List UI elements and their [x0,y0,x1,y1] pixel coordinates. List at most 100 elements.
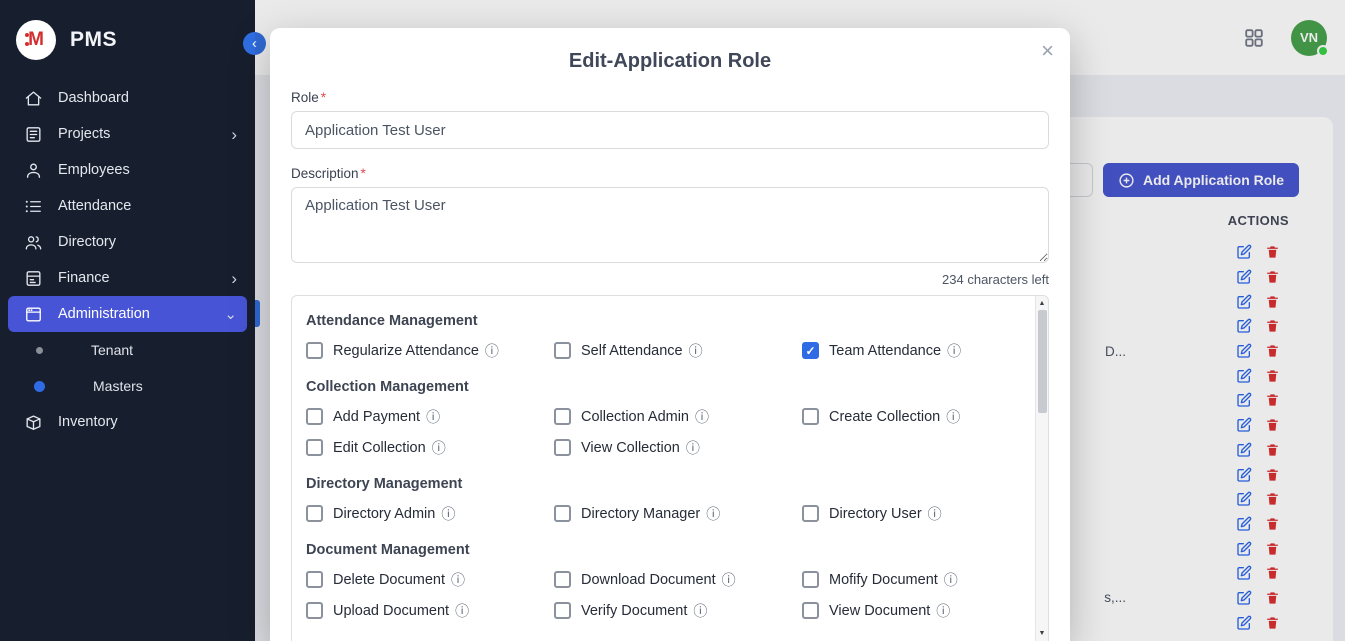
info-icon[interactable]: ⓘ [432,441,446,455]
checkbox-icon[interactable] [554,439,571,456]
permissions-scrollbar[interactable]: ▲ ▼ [1035,296,1048,641]
permission-section-title: Collection Management [306,379,1031,395]
permission-add-payment[interactable]: Add Payment ⓘ [306,408,554,425]
permission-section-attendance-management: Attendance Management Regularize Attendan… [306,313,1031,359]
permission-view-document[interactable]: View Documentⓘ [802,602,1031,619]
permission-label: Directory Admin [333,506,435,522]
info-icon[interactable]: ⓘ [706,507,720,521]
permission-section-document-management: Document ManagementDelete DocumentⓘDownl… [306,542,1031,619]
checkbox-icon[interactable] [306,439,323,456]
permission-grid: Directory AdminⓘDirectory ManagerⓘDirect… [306,505,1031,522]
permission-delete-document[interactable]: Delete Documentⓘ [306,571,554,588]
logo-letter: M [28,29,44,51]
checkbox-icon[interactable] [554,571,571,588]
permission-label: Collection Admin [581,409,689,425]
checkbox-icon[interactable] [306,408,323,425]
checkbox-icon[interactable] [554,505,571,522]
permission-directory-user[interactable]: Directory Userⓘ [802,505,1031,522]
info-icon[interactable]: ⓘ [686,441,700,455]
directory-icon [24,233,43,252]
sidebar-item-dashboard[interactable]: Dashboard [8,80,247,116]
info-icon[interactable]: ⓘ [936,604,950,618]
sidebar-item-projects[interactable]: Projects› [8,116,247,152]
sidebar-subitem-tenant[interactable]: Tenant [8,332,247,368]
permission-create-collection[interactable]: Create Collectionⓘ [802,408,1031,425]
permission-collection-admin[interactable]: Collection Admin ⓘ [554,408,802,425]
checkbox-icon[interactable] [306,571,323,588]
sidebar-item-inventory[interactable]: Inventory [8,404,247,440]
description-input[interactable]: Application Test User [291,187,1049,263]
scroll-down-arrow-icon[interactable]: ▼ [1036,630,1048,637]
permission-directory-admin[interactable]: Directory Admin ⓘ [306,505,554,522]
permissions-panel: Attendance Management Regularize Attendan… [291,295,1049,641]
info-icon[interactable]: ⓘ [455,604,469,618]
sidebar-item-label: Employees [58,162,237,178]
required-asterisk: * [361,166,366,181]
checkbox-icon[interactable] [802,602,819,619]
sidebar: M PMS DashboardProjects› Employees Attenda… [0,0,255,641]
sidebar-subitem-masters[interactable]: Masters [8,368,247,404]
app-root: M PMS DashboardProjects› Employees Attenda… [0,0,1345,641]
permission-regularize-attendance[interactable]: Regularize Attendance ⓘ [306,342,554,359]
sidebar-item-employees[interactable]: Employees [8,152,247,188]
info-icon[interactable]: ⓘ [947,344,961,358]
checkbox-icon[interactable] [554,602,571,619]
checkbox-icon[interactable] [802,408,819,425]
permission-directory-manager[interactable]: Directory Managerⓘ [554,505,802,522]
sidebar-item-label: Administration [58,306,209,322]
app-name: PMS [70,28,117,52]
checkbox-icon[interactable] [554,342,571,359]
checkbox-icon[interactable] [306,342,323,359]
checkbox-icon[interactable] [802,505,819,522]
info-icon[interactable]: ⓘ [693,604,707,618]
info-icon[interactable]: ⓘ [426,410,440,424]
permission-self-attendance[interactable]: Self Attendanceⓘ [554,342,802,359]
checkbox-icon[interactable] [306,505,323,522]
close-icon[interactable]: × [1041,40,1054,62]
permission-label: Upload Document [333,603,449,619]
permission-section-title: Attendance Management [306,313,1031,329]
chevron-right-icon: › [231,126,237,143]
sidebar-header: M PMS [0,0,255,76]
permission-upload-document[interactable]: Upload Document ⓘ [306,602,554,619]
info-icon[interactable]: ⓘ [689,344,703,358]
sidebar-item-finance[interactable]: Finance› [8,260,247,296]
scrollbar-thumb[interactable] [1038,310,1047,413]
info-icon[interactable]: ⓘ [946,410,960,424]
sidebar-item-label: Inventory [58,414,237,430]
permission-team-attendance[interactable]: ✓Team Attendanceⓘ [802,342,1031,359]
sidebar-item-directory[interactable]: Directory [8,224,247,260]
permission-mofify-document[interactable]: Mofify Documentⓘ [802,571,1031,588]
info-icon[interactable]: ⓘ [485,344,499,358]
role-input[interactable] [291,111,1049,149]
employees-icon [24,161,43,180]
info-icon[interactable]: ⓘ [722,573,736,587]
checkbox-icon[interactable] [554,408,571,425]
permission-verify-document[interactable]: Verify Document ⓘ [554,602,802,619]
permissions-list: Attendance Management Regularize Attendan… [292,296,1035,641]
edit-application-role-modal: × Edit-Application Role Role* Descriptio… [270,28,1070,641]
info-icon[interactable]: ⓘ [928,507,942,521]
permission-grid: Regularize AttendanceⓘSelf Attendanceⓘ✓T… [306,342,1031,359]
sidebar-item-attendance[interactable]: Attendance [8,188,247,224]
permission-grid: Delete DocumentⓘDownload DocumentⓘMofify… [306,571,1031,619]
permission-download-document[interactable]: Download Documentⓘ [554,571,802,588]
administration-icon [24,305,43,324]
chevron-down-icon: ⌄ [224,307,237,322]
permission-label: Verify Document [581,603,687,619]
bullet-icon [36,347,43,354]
sidebar-item-administration[interactable]: Administration ⌄ [8,296,247,332]
checkbox-icon[interactable] [306,602,323,619]
permission-grid: Add PaymentⓘCollection AdminⓘCreate Coll… [306,408,1031,456]
permission-edit-collection[interactable]: Edit Collectionⓘ [306,439,554,456]
permission-view-collection[interactable]: View Collectionⓘ [554,439,802,456]
info-icon[interactable]: ⓘ [451,573,465,587]
info-icon[interactable]: ⓘ [441,507,455,521]
permission-label: Regularize Attendance [333,343,479,359]
checkbox-icon[interactable] [802,571,819,588]
info-icon[interactable]: ⓘ [944,573,958,587]
checkbox-icon[interactable]: ✓ [802,342,819,359]
info-icon[interactable]: ⓘ [695,410,709,424]
permission-label: Add Payment [333,409,420,425]
scroll-up-arrow-icon[interactable]: ▲ [1036,300,1048,307]
